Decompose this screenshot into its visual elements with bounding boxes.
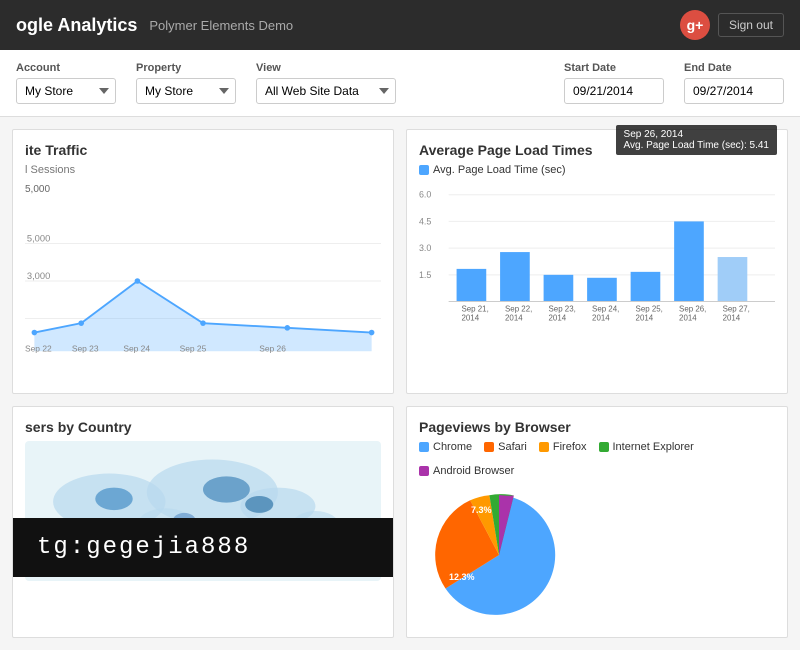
account-select[interactable]: My Store (16, 78, 116, 104)
pie-container: 12.3% 7.3% (419, 485, 775, 625)
bar-sep22 (500, 252, 530, 301)
pie-chart-svg: 12.3% 7.3% (419, 485, 579, 625)
legend-label-android: Android Browser (433, 465, 514, 477)
tg-text: tg:gegejia888 (37, 534, 250, 561)
site-traffic-title: ite Traffic (25, 142, 381, 158)
view-label: View (256, 62, 396, 74)
account-label: Account (16, 62, 116, 74)
bar-chart-svg: 6.0 4.5 3.0 1.5 Sep 21, 2014 Sep 22, 201… (419, 184, 775, 334)
tooltip-value: Avg. Page Load Time (sec): 5.41 (624, 140, 769, 151)
legend-label-safari: Safari (498, 441, 527, 453)
date-section: Start Date End Date (564, 62, 784, 104)
svg-text:Sep 24,: Sep 24, (592, 304, 619, 313)
end-date-label: End Date (684, 62, 784, 74)
pie-label-safari: 12.3% (449, 572, 475, 582)
legend-label-avg: Avg. Page Load Time (sec) (433, 164, 565, 176)
pageviews-by-browser-card: Pageviews by Browser Chrome Safari Firef… (406, 406, 788, 638)
y-label-5000: 5,000 (25, 184, 50, 195)
gplus-button[interactable]: g+ (680, 10, 710, 40)
legend-safari: Safari (484, 441, 527, 453)
svg-text:2014: 2014 (723, 313, 741, 322)
filters-bar: Account My Store Property My Store View … (0, 50, 800, 117)
legend-label-ie: Internet Explorer (613, 441, 694, 453)
legend-dot-avg (419, 165, 429, 175)
end-date-filter: End Date (684, 62, 784, 104)
svg-text:3,000: 3,000 (27, 271, 50, 281)
svg-text:Sep 26: Sep 26 (259, 343, 286, 353)
app-logo: ogle Analytics (16, 15, 137, 36)
bar-sep26 (674, 221, 704, 301)
tooltip-date: Sep 26, 2014 (624, 129, 769, 140)
svg-text:5,000: 5,000 (27, 234, 50, 244)
start-date-input[interactable] (564, 78, 664, 104)
legend-android: Android Browser (419, 465, 514, 477)
svg-text:Sep 26,: Sep 26, (679, 304, 706, 313)
legend-dot-ie (599, 442, 609, 452)
pageviews-title: Pageviews by Browser (419, 419, 775, 435)
svg-text:Sep 25: Sep 25 (180, 343, 207, 353)
legend-ie: Internet Explorer (599, 441, 694, 453)
traffic-line-chart: 5,000 3,000 Sep 22 Sep 23 Sep 24 Sep 25 … (25, 201, 381, 361)
start-date-filter: Start Date (564, 62, 664, 104)
tg-banner: tg:gegejia888 (13, 518, 394, 577)
account-filter: Account My Store (16, 62, 116, 104)
svg-text:4.5: 4.5 (419, 216, 431, 226)
pie-label-firefox: 7.3% (471, 505, 492, 515)
page-load-legend: Avg. Page Load Time (sec) (419, 164, 775, 176)
legend-label-chrome: Chrome (433, 441, 472, 453)
svg-text:Sep 23,: Sep 23, (549, 304, 576, 313)
svg-text:2014: 2014 (462, 313, 480, 322)
legend-label-firefox: Firefox (553, 441, 587, 453)
svg-text:3.0: 3.0 (419, 243, 431, 253)
site-traffic-card: ite Traffic l Sessions 5,000 5,000 3,000 (12, 129, 394, 394)
end-date-input[interactable] (684, 78, 784, 104)
header-left: ogle Analytics Polymer Elements Demo (16, 15, 293, 36)
svg-text:2014: 2014 (505, 313, 523, 322)
svg-text:Sep 23: Sep 23 (72, 343, 99, 353)
svg-text:1.5: 1.5 (419, 270, 431, 280)
view-filter: View All Web Site Data (256, 62, 396, 104)
header: ogle Analytics Polymer Elements Demo g+ … (0, 0, 800, 50)
legend-dot-safari (484, 442, 494, 452)
chart-tooltip: Sep 26, 2014 Avg. Page Load Time (sec): … (616, 125, 777, 155)
legend-dot-firefox (539, 442, 549, 452)
svg-text:Sep 25,: Sep 25, (636, 304, 663, 313)
svg-text:2014: 2014 (636, 313, 654, 322)
site-traffic-subtitle: l Sessions (25, 164, 381, 176)
svg-text:Sep 24: Sep 24 (123, 343, 150, 353)
traffic-chart-area: 5,000 3,000 Sep 22 Sep 23 Sep 24 Sep 25 … (25, 201, 381, 381)
bar-sep23 (544, 275, 574, 302)
legend-dot-chrome (419, 442, 429, 452)
svg-text:2014: 2014 (679, 313, 697, 322)
property-filter: Property My Store (136, 62, 236, 104)
browser-legend: Chrome Safari Firefox Internet Explorer … (419, 441, 775, 477)
bar-sep27 (718, 257, 748, 302)
svg-text:Sep 22,: Sep 22, (505, 304, 532, 313)
svg-text:6.0: 6.0 (419, 190, 431, 200)
bar-sep24 (587, 278, 617, 302)
legend-chrome: Chrome (419, 441, 472, 453)
property-select[interactable]: My Store (136, 78, 236, 104)
legend-dot-android (419, 466, 429, 476)
start-date-label: Start Date (564, 62, 664, 74)
legend-item-avg: Avg. Page Load Time (sec) (419, 164, 565, 176)
legend-firefox: Firefox (539, 441, 587, 453)
svg-text:Sep 22: Sep 22 (25, 343, 52, 353)
users-by-country-title: sers by Country (25, 419, 381, 435)
page-load-card: Average Page Load Times Avg. Page Load T… (406, 129, 788, 394)
svg-text:Sep 27,: Sep 27, (723, 304, 750, 313)
sign-out-button[interactable]: Sign out (718, 13, 784, 37)
users-by-country-card: sers by Country 探索 Google 优化工具，提升网站排名的利器… (12, 406, 394, 638)
main-content: ite Traffic l Sessions 5,000 5,000 3,000 (0, 117, 800, 650)
header-right: g+ Sign out (680, 10, 784, 40)
app-subtitle: Polymer Elements Demo (149, 18, 293, 33)
svg-text:2014: 2014 (549, 313, 567, 322)
svg-text:2014: 2014 (592, 313, 610, 322)
view-select[interactable]: All Web Site Data (256, 78, 396, 104)
svg-text:Sep 21,: Sep 21, (462, 304, 489, 313)
bar-chart-wrapper: 6.0 4.5 3.0 1.5 Sep 21, 2014 Sep 22, 201… (419, 184, 775, 354)
bar-sep25 (631, 272, 661, 302)
bar-sep21 (457, 269, 487, 302)
property-label: Property (136, 62, 236, 74)
